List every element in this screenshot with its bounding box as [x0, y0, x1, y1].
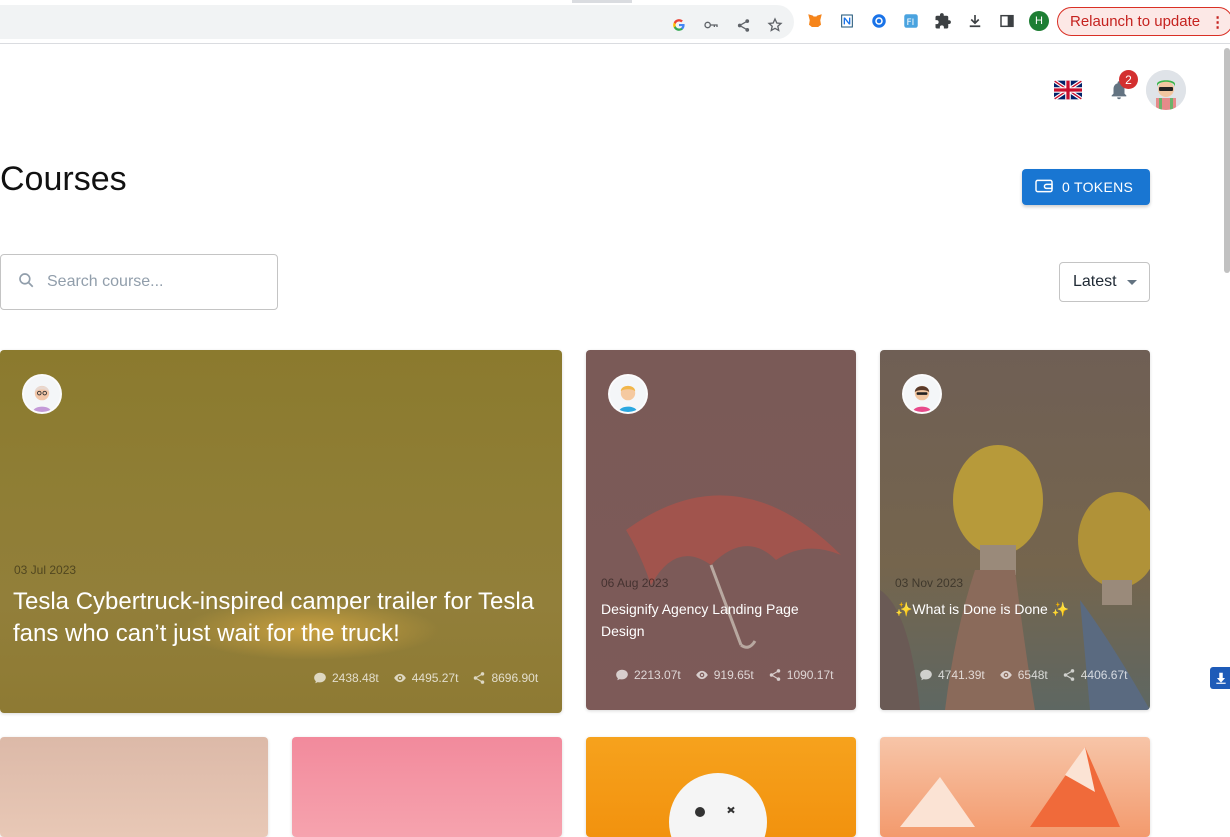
- eye-icon: [695, 670, 708, 680]
- shares-count: 1090.17t: [786, 668, 834, 682]
- arrow-down-icon: [1216, 672, 1226, 684]
- card-cover-image: [669, 773, 767, 837]
- scrollbar-thumb[interactable]: [1224, 48, 1230, 273]
- card-date: 03 Jul 2023: [14, 563, 77, 577]
- page-title: Courses: [0, 160, 127, 198]
- card-stats: 2438.48t 4495.27t 8696.90t: [313, 671, 538, 685]
- author-avatar[interactable]: [608, 374, 648, 414]
- tokens-button[interactable]: 0 TOKENS: [1022, 169, 1150, 205]
- views-count: 6548t: [1017, 668, 1048, 682]
- card-cover-image: [880, 420, 1150, 710]
- card-title[interactable]: Designify Agency Landing Page Design: [601, 598, 841, 642]
- views-stat: 919.65t: [695, 668, 754, 682]
- card-date: 03 Nov 2023: [895, 576, 964, 590]
- shares-count: 4406.67t: [1080, 668, 1128, 682]
- course-card[interactable]: 03 Jul 2023 Tesla Cybertruck-inspired ca…: [0, 350, 562, 713]
- notification-count-badge: 2: [1119, 70, 1138, 89]
- comments-stat: 2213.07t: [615, 668, 681, 682]
- share-icon[interactable]: [735, 17, 751, 33]
- views-stat: 6548t: [999, 668, 1048, 682]
- views-stat: 4495.27t: [393, 671, 459, 685]
- author-avatar[interactable]: [22, 374, 62, 414]
- author-avatar[interactable]: [902, 374, 942, 414]
- star-icon[interactable]: [767, 17, 783, 33]
- relaunch-button[interactable]: Relaunch to update ⋮: [1057, 7, 1230, 36]
- card-stats: 4741.39t 6548t 4406.67t: [919, 668, 1127, 682]
- course-card[interactable]: 06 Aug 2023 Designify Agency Landing Pag…: [586, 350, 856, 710]
- more-vert-icon[interactable]: ⋮: [1210, 13, 1225, 31]
- comment-icon: [314, 672, 326, 684]
- shares-stat: 1090.17t: [768, 668, 834, 682]
- key-icon[interactable]: [703, 17, 719, 33]
- card-stats: 2213.07t 919.65t 1090.17t: [615, 668, 833, 682]
- card-title[interactable]: ✨What is Done is Done ✨: [895, 598, 1135, 620]
- views-count: 4495.27t: [411, 671, 459, 685]
- search-input[interactable]: [47, 273, 247, 291]
- share-icon: [1063, 669, 1074, 681]
- share-icon: [474, 672, 485, 684]
- download-icon[interactable]: [965, 11, 985, 31]
- search-field[interactable]: [0, 254, 278, 310]
- card-cover-image: [880, 737, 1150, 832]
- comments-count: 2213.07t: [634, 668, 681, 682]
- shares-count: 8696.90t: [491, 671, 539, 685]
- views-count: 919.65t: [713, 668, 754, 682]
- circle-extension-icon[interactable]: [869, 11, 889, 31]
- puzzle-icon[interactable]: [933, 11, 953, 31]
- shares-stat: 4406.67t: [1062, 668, 1128, 682]
- address-bar[interactable]: [0, 5, 794, 39]
- tab-indicator: [572, 0, 632, 3]
- sidepanel-icon[interactable]: [997, 11, 1017, 31]
- tokens-label: 0 TOKENS: [1062, 179, 1134, 195]
- svg-text:FI: FI: [907, 18, 915, 28]
- translate-extension-icon[interactable]: FI: [901, 11, 921, 31]
- comments-stat: 2438.48t: [313, 671, 379, 685]
- course-card[interactable]: [880, 737, 1150, 837]
- shares-stat: 8696.90t: [472, 671, 538, 685]
- browser-toolbar: FI H Relaunch to update ⋮: [0, 0, 1230, 44]
- notion-icon[interactable]: [837, 11, 857, 31]
- comments-count: 4741.39t: [938, 668, 985, 682]
- share-icon: [769, 669, 781, 681]
- user-avatar[interactable]: [1146, 70, 1186, 110]
- caret-down-icon: [1126, 279, 1137, 285]
- card-date: 06 Aug 2023: [601, 576, 669, 590]
- comments-count: 2438.48t: [332, 671, 379, 685]
- uk-flag-icon[interactable]: [1054, 80, 1082, 100]
- wallet-icon: [1034, 178, 1054, 197]
- sort-select[interactable]: Latest: [1059, 262, 1150, 302]
- comment-icon: [616, 669, 628, 681]
- scroll-down-button[interactable]: [1210, 667, 1230, 689]
- google-icon[interactable]: [671, 17, 687, 33]
- eye-icon: [393, 673, 406, 683]
- course-card[interactable]: [0, 737, 268, 837]
- course-card[interactable]: [292, 737, 562, 837]
- course-card[interactable]: 03 Nov 2023 ✨What is Done is Done ✨ 4741…: [880, 350, 1150, 710]
- course-card[interactable]: [586, 737, 856, 837]
- relaunch-label: Relaunch to update: [1070, 13, 1201, 30]
- search-icon: [17, 271, 35, 294]
- eye-icon: [999, 670, 1012, 680]
- comments-stat: 4741.39t: [919, 668, 985, 682]
- profile-avatar[interactable]: H: [1029, 11, 1049, 31]
- card-title[interactable]: Tesla Cybertruck-inspired camper trailer…: [13, 586, 553, 650]
- comment-icon: [920, 669, 932, 681]
- metamask-icon[interactable]: [805, 11, 825, 31]
- sort-value: Latest: [1073, 273, 1117, 290]
